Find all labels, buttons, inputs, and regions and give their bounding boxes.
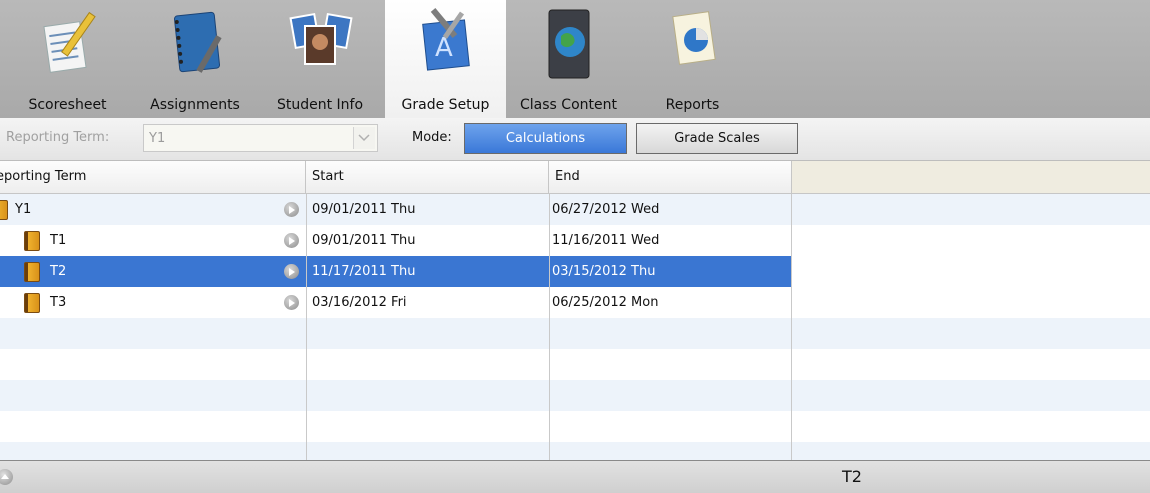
column-header-start[interactable]: Start: [306, 161, 549, 193]
svg-text:A: A: [435, 33, 453, 63]
column-divider: [791, 194, 792, 460]
empty-row: [0, 411, 1150, 442]
tab-reports[interactable]: Reports: [631, 0, 754, 118]
class-content-globe-icon: [548, 9, 589, 79]
selected-term-status: T2: [842, 467, 862, 486]
arrow-right-icon[interactable]: [284, 295, 299, 310]
table-header: eporting Term Start End: [0, 161, 1150, 194]
assignments-notebook-icon: [173, 11, 222, 73]
header-filler: [792, 161, 1150, 193]
calculations-button[interactable]: Calculations: [464, 123, 627, 154]
mode-toolbar: Reporting Term: Y1 Mode: Calculations Gr…: [0, 118, 1150, 161]
reporting-term-select[interactable]: Y1: [143, 124, 378, 152]
tab-label: Reports: [665, 97, 720, 113]
tab-scoresheet[interactable]: Scoresheet: [0, 0, 135, 118]
term-book-icon: [24, 231, 40, 251]
start-date: 09/01/2011 Thu: [312, 202, 416, 217]
grade-scales-button[interactable]: Grade Scales: [636, 123, 798, 154]
column-divider: [549, 194, 550, 460]
term-book-icon: [24, 262, 40, 282]
end-date: 03/15/2012 Thu: [549, 256, 792, 287]
empty-row: [0, 380, 1150, 411]
tab-label: Scoresheet: [28, 97, 107, 113]
end-date: 06/27/2012 Wed: [552, 202, 660, 217]
tab-label: Class Content: [520, 97, 617, 113]
scoresheet-icon: [42, 11, 96, 73]
term-book-icon: [0, 200, 8, 220]
reports-pie-chart-icon: [671, 11, 716, 65]
tab-class-content[interactable]: Class Content: [506, 0, 631, 118]
table-row[interactable]: T1 09/01/2011 Thu 11/16/2011 Wed: [0, 225, 1150, 256]
table-row[interactable]: Y1 09/01/2011 Thu 06/27/2012 Wed: [0, 194, 1150, 225]
tab-grade-setup[interactable]: A Grade Setup: [385, 0, 506, 118]
column-header-end[interactable]: End: [549, 161, 792, 193]
tab-student-info[interactable]: Student Info: [255, 0, 385, 118]
term-book-icon: [24, 293, 40, 313]
start-date: 11/17/2011 Thu: [306, 256, 549, 287]
grade-setup-icon: A: [421, 8, 470, 71]
status-bar: T2: [0, 460, 1150, 493]
empty-row: [0, 349, 1150, 380]
table-row-selected[interactable]: T2 11/17/2011 Thu 03/15/2012 Thu: [0, 256, 1150, 287]
terms-table: Y1 09/01/2011 Thu 06/27/2012 Wed T1 09/0…: [0, 194, 1150, 460]
chevron-down-icon: [358, 134, 370, 142]
arrow-right-icon[interactable]: [284, 202, 299, 217]
empty-row: [0, 442, 1150, 460]
arrow-right-icon[interactable]: [284, 264, 299, 279]
reporting-term-value: Y1: [149, 131, 166, 146]
term-name: Y1: [15, 202, 32, 217]
term-name: T3: [50, 295, 67, 310]
student-photos-icon: [289, 12, 353, 65]
column-header-reporting-term[interactable]: eporting Term: [0, 161, 306, 193]
dropdown-button[interactable]: [353, 127, 375, 149]
tab-assignments[interactable]: Assignments: [135, 0, 255, 118]
term-name: T1: [50, 233, 67, 248]
tab-label: Grade Setup: [401, 97, 490, 113]
reporting-term-label: Reporting Term:: [6, 130, 110, 145]
empty-row: [0, 318, 1150, 349]
tab-label: Assignments: [150, 97, 240, 113]
start-date: 09/01/2011 Thu: [312, 233, 416, 248]
end-date: 11/16/2011 Wed: [552, 233, 660, 248]
start-date: 03/16/2012 Fri: [312, 295, 407, 310]
arrow-right-icon[interactable]: [284, 233, 299, 248]
mode-label: Mode:: [412, 130, 452, 145]
term-name: T2: [50, 264, 67, 279]
end-date: 06/25/2012 Mon: [552, 295, 659, 310]
tab-label: Student Info: [276, 97, 364, 113]
app-tab-bar: Scoresheet Assignments Student Info A Gr…: [0, 0, 1150, 118]
table-row[interactable]: T3 03/16/2012 Fri 06/25/2012 Mon: [0, 287, 1150, 318]
collapse-up-icon[interactable]: [0, 469, 13, 485]
column-divider: [306, 194, 307, 460]
